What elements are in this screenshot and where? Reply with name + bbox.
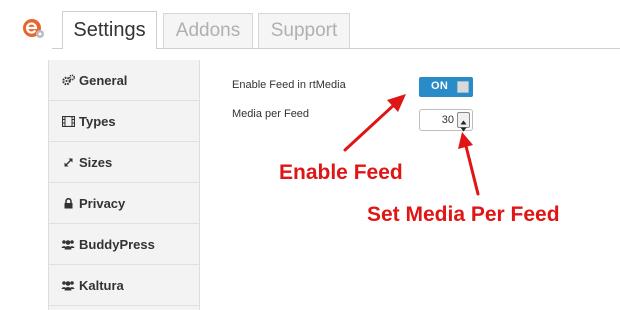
toggle-state-text: ON <box>431 80 449 92</box>
group-icon <box>61 278 75 292</box>
sidebar-item-label: Privacy <box>79 195 126 211</box>
arrow-media-per-feed-head <box>458 132 473 149</box>
film-icon <box>61 114 75 128</box>
annotation-set-media-per-feed: Set Media Per Feed <box>367 203 560 226</box>
sidebar-item-buddypress[interactable]: BuddyPress <box>49 224 200 265</box>
sidebar-item-label: Sizes <box>79 154 113 170</box>
tab-addons[interactable]: Addons <box>163 13 253 48</box>
tab-support[interactable]: Support <box>258 13 350 48</box>
sidebar-item-types[interactable]: Types <box>49 101 200 142</box>
cogs-icon <box>61 73 75 87</box>
sidebar-item-sizes[interactable]: Sizes <box>49 142 200 183</box>
sidebar-item-privacy[interactable]: Privacy <box>49 183 200 224</box>
sidebar-item-general[interactable]: General <box>49 60 200 101</box>
sidebar-item-kaltura[interactable]: Kaltura <box>49 265 200 306</box>
resize-icon <box>61 155 75 169</box>
media-per-feed-stepper[interactable]: 30 <box>419 109 473 132</box>
sidebar-item-label: General <box>79 72 128 88</box>
stepper-down-icon[interactable] <box>458 120 469 132</box>
stepper-buttons <box>457 112 470 132</box>
media-per-feed-value[interactable]: 30 <box>442 114 454 126</box>
sidebar-item-label: Kaltura <box>79 277 124 293</box>
arrow-enable-feed-head <box>387 94 406 112</box>
rtmedia-logo <box>22 17 46 41</box>
sidebar-item-label: BuddyPress <box>79 236 155 252</box>
annotation-enable-feed: Enable Feed <box>279 161 403 184</box>
enable-feed-toggle[interactable]: ON <box>419 77 473 97</box>
sidebar-item-label: Types <box>79 113 116 129</box>
settings-sidebar: General Types Sizes Privacy BuddyPress K… <box>48 60 200 310</box>
tab-settings[interactable]: Settings <box>62 11 157 49</box>
enable-feed-label: Enable Feed in rtMedia <box>232 79 346 91</box>
stepper-up-icon[interactable] <box>458 113 469 125</box>
toggle-knob <box>457 81 469 93</box>
lock-icon <box>61 196 75 210</box>
group-icon <box>61 237 75 251</box>
media-per-feed-label: Media per Feed <box>232 108 310 120</box>
